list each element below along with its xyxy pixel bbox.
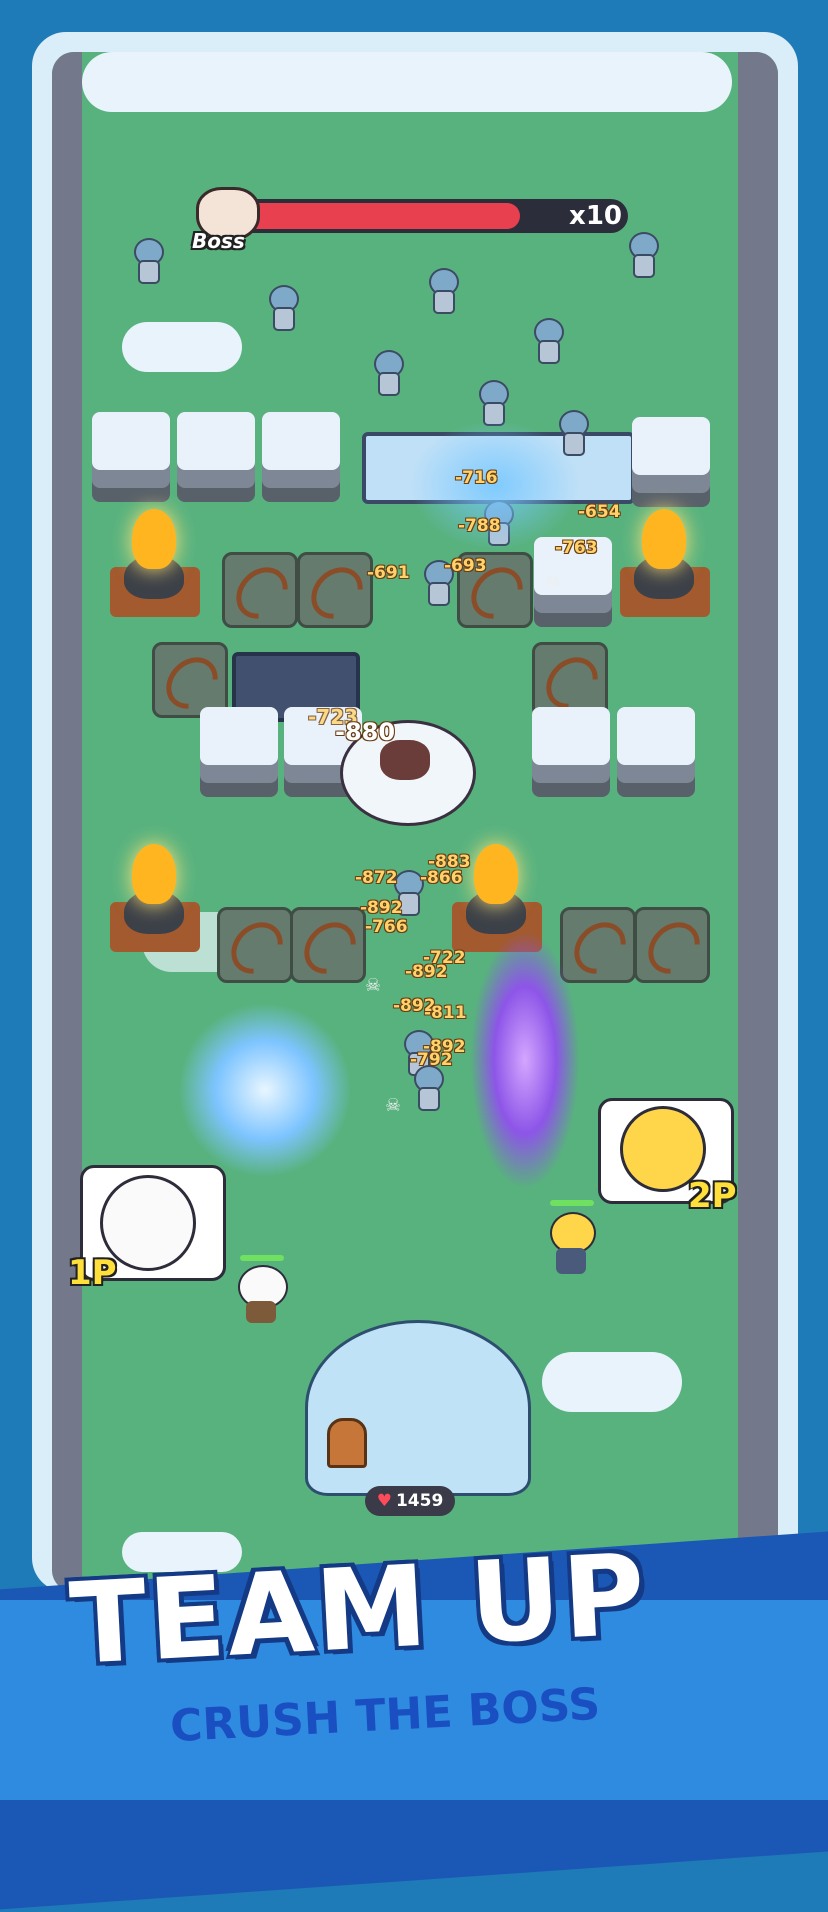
damage-number: -691 — [367, 563, 410, 583]
fire-cauldron — [110, 507, 200, 617]
boss-multiplier: x10 — [569, 201, 622, 231]
boss-skull-icon: Boss — [190, 185, 260, 255]
lightning-effect — [470, 930, 580, 1190]
heart-icon: ♥ — [376, 1491, 392, 1511]
crossbow-turret — [290, 907, 367, 985]
snow-block — [262, 412, 340, 502]
damage-number: -766 — [365, 917, 408, 937]
player-1-character — [232, 1255, 292, 1325]
fire-cauldron — [110, 842, 200, 952]
boss-health-track — [228, 199, 628, 233]
crossbow-turret — [217, 907, 294, 985]
right-cliff — [738, 52, 778, 1592]
enemy-soldier — [425, 268, 459, 314]
player-2-character — [542, 1200, 602, 1280]
damage-number: -792 — [410, 1050, 453, 1070]
snow-block — [200, 707, 278, 797]
snow-block — [617, 707, 695, 797]
damage-number: -716 — [455, 468, 498, 488]
crossbow-turret — [634, 907, 711, 985]
snow-block — [532, 707, 610, 797]
damage-number: -892 — [360, 898, 403, 918]
boss-label: Boss — [192, 229, 245, 253]
damage-number: -788 — [458, 516, 501, 536]
damage-number: -811 — [424, 1003, 467, 1023]
crossbow-turret — [222, 552, 299, 630]
enemy-soldier — [475, 380, 509, 426]
enemy-soldier — [265, 285, 299, 331]
snow-block — [177, 412, 255, 502]
crossbow-turret — [297, 552, 374, 630]
damage-number: -872 — [355, 868, 398, 888]
bone-icon: ☠ — [545, 570, 562, 591]
enemy-soldier — [370, 350, 404, 396]
damage-number: -880 — [335, 718, 396, 746]
ice-phoenix-effect — [180, 1000, 350, 1180]
player-1-tag: 1P — [68, 1253, 117, 1293]
boss-health-fill — [228, 203, 520, 229]
snow-patch — [542, 1352, 682, 1412]
fire-cauldron — [620, 507, 710, 617]
damage-number: -866 — [420, 868, 463, 888]
igloo-door — [327, 1418, 367, 1468]
player-2-tag: 2P — [688, 1176, 737, 1216]
base-health-value: 1459 — [395, 1491, 444, 1511]
damage-number: -763 — [555, 538, 598, 558]
damage-number: -654 — [578, 502, 621, 522]
snow-top — [82, 52, 732, 112]
damage-number: -892 — [405, 962, 448, 982]
base-health: ♥ 1459 — [365, 1486, 455, 1516]
snow-patch — [122, 322, 242, 372]
player-2-portrait: 2P — [598, 1098, 738, 1218]
bone-icon: ☠ — [365, 975, 382, 996]
bone-icon: ☠ — [385, 1095, 402, 1116]
enemy-soldier — [530, 318, 564, 364]
left-cliff — [52, 52, 82, 1592]
crossbow-turret — [560, 907, 637, 985]
player-1-portrait: 1P — [68, 1165, 226, 1293]
snow-block — [632, 417, 710, 507]
boss-health-bar: Boss x10 — [190, 185, 640, 253]
enemy-soldier — [410, 1065, 444, 1111]
damage-number: -693 — [444, 556, 487, 576]
snow-block — [92, 412, 170, 502]
enemy-soldier — [130, 238, 164, 284]
